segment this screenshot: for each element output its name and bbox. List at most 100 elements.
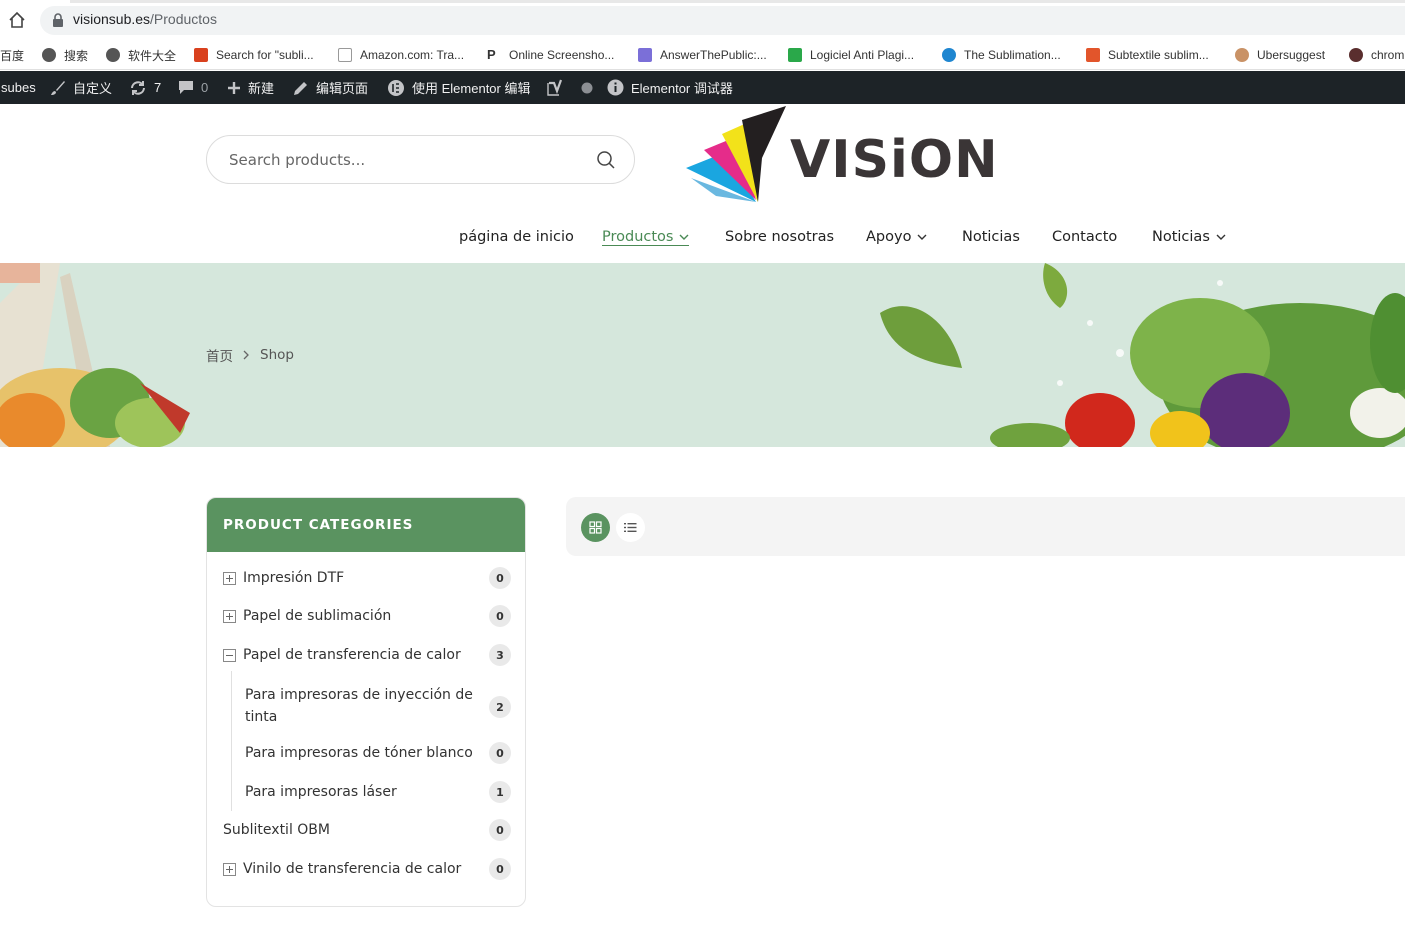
bookmarks-bar: 百度 搜索 软件大全 Search for "subli... Amazon.c… [0,40,1405,70]
browser-address-bar: visionsub.es/Productos [0,0,1405,40]
subcategory-inyeccion-tinta[interactable]: Para impresoras de inyección de tinta 2 [207,684,525,728]
nav-contacto[interactable]: Contacto [1052,229,1117,245]
wp-new[interactable]: 新建 [227,71,274,104]
url-text[interactable]: visionsub.es/Productos [73,11,217,27]
info-icon [607,79,624,96]
nav-label: Noticias [962,229,1020,245]
nav-home[interactable]: página de inicio [459,229,574,245]
list-icon [624,523,637,532]
bookmark-label: Subtextile sublim... [1108,48,1209,62]
wp-elementor-debugger[interactable]: Elementor 调试器 [607,71,733,104]
logo-text: VISiON [790,130,999,190]
bookmark-search[interactable]: 搜索 [42,46,88,64]
wp-updates[interactable]: 7 [129,71,161,104]
bookmark-amazon[interactable]: Amazon.com: Tra... [338,46,464,64]
flame-icon [194,48,208,62]
breadcrumb-current: Shop [260,347,294,363]
site-logo[interactable]: VISiON [686,106,1016,206]
wp-site-name[interactable]: subes [1,71,36,104]
nav-label: Productos [602,229,674,245]
category-label[interactable]: Sublitextil OBM [223,822,330,838]
category-vinilo-transferencia[interactable]: Vinilo de transferencia de calor 0 [207,858,525,880]
bookmark-sublimation[interactable]: The Sublimation... [942,46,1061,64]
category-label[interactable]: Para impresoras láser [245,784,397,800]
nav-label: Sobre nosotras [725,229,835,245]
product-categories-widget: PRODUCT CATEGORIES Impresión DTF 0 Papel… [206,497,526,907]
collapse-minus-icon[interactable] [223,648,236,662]
yoast-icon [547,79,563,96]
wp-elementor-debugger-label: Elementor 调试器 [631,81,733,96]
subcategory-toner-blanco[interactable]: Para impresoras de tóner blanco 0 [207,742,525,764]
bookmark-chrome[interactable]: chrom [1349,46,1404,64]
chevron-down-icon [679,234,689,240]
wp-yoast[interactable] [546,71,600,104]
expand-plus-icon[interactable] [223,571,236,585]
nav-noticias-dropdown[interactable]: Noticias [1152,229,1226,245]
wp-comments[interactable]: 0 [178,71,208,104]
wp-updates-count: 7 [154,80,162,95]
bookmark-label: 搜索 [64,48,89,63]
shop-toolbar [566,497,1405,556]
wp-elementor-edit-label: 使用 Elementor 编辑 [412,81,531,96]
chevron-down-icon [1216,234,1226,240]
list-view-button[interactable] [616,513,645,542]
wp-edit-page[interactable]: 编辑页面 [293,71,368,104]
bookmark-label: 百度 [0,48,25,63]
bookmark-online-screenshot[interactable]: P Online Screensho... [487,46,614,64]
nav-sobre-nosotras[interactable]: Sobre nosotras [725,229,834,245]
chevron-down-icon [917,234,927,240]
subcategory-laser[interactable]: Para impresoras láser 1 [207,781,525,803]
bookmark-label: The Sublimation... [964,48,1061,62]
nav-productos[interactable]: Productos [602,229,690,246]
expand-plus-icon[interactable] [223,862,236,876]
nav-label: Noticias [1152,229,1210,245]
category-label[interactable]: Para impresoras de tóner blanco [245,745,473,761]
bookmark-label: Online Screensho... [509,48,615,62]
category-count: 0 [489,819,511,841]
category-count: 1 [489,781,511,803]
wp-customize[interactable]: 自定义 [50,71,112,104]
breadcrumb-home[interactable]: 首页 [206,345,233,365]
category-count: 0 [489,605,511,627]
category-label[interactable]: Vinilo de transferencia de calor [243,861,461,877]
category-count: 3 [489,644,511,666]
answerthepublic-icon [638,48,652,62]
bookmark-search-subli[interactable]: Search for "subli... [194,46,314,64]
bookmark-answerthepublic[interactable]: AnswerThePublic:... [638,46,767,64]
category-label[interactable]: Papel de transferencia de calor [243,647,461,663]
category-sublitextil-obm[interactable]: Sublitextil OBM 0 [207,819,525,841]
globe-icon [42,48,56,62]
breadcrumb: 首页 Shop [206,345,294,365]
category-label[interactable]: Para impresoras de inyección de tinta [245,684,473,728]
bookmark-software[interactable]: 软件大全 [106,46,176,64]
nav-apoyo[interactable]: Apoyo [866,229,927,245]
search-icon[interactable] [596,150,616,170]
category-impresion-dtf[interactable]: Impresión DTF 0 [207,567,525,589]
category-label[interactable]: Papel de sublimación [243,608,391,624]
bookmark-subtextile[interactable]: Subtextile sublim... [1086,46,1209,64]
nav-label: Contacto [1052,229,1118,245]
sublimation-icon [942,48,956,62]
category-papel-transferencia[interactable]: Papel de transferencia de calor 3 [207,644,525,666]
nav-noticias[interactable]: Noticias [962,229,1020,245]
search-input[interactable] [229,148,569,172]
subtextile-icon [1086,48,1100,62]
widget-title: PRODUCT CATEGORIES [207,498,525,552]
bookmark-logiciel[interactable]: Logiciel Anti Plagi... [788,46,914,64]
wp-elementor-edit[interactable]: 使用 Elementor 编辑 [387,71,530,104]
grid-view-button[interactable] [581,513,610,542]
category-papel-sublimacion[interactable]: Papel de sublimación 0 [207,605,525,627]
expand-plus-icon[interactable] [223,609,236,623]
omnibox[interactable] [40,6,1405,35]
amazon-icon [338,48,352,62]
bookmark-ubersuggest[interactable]: Ubersuggest [1235,46,1325,64]
category-label[interactable]: Impresión DTF [243,570,344,586]
bookmark-baidu[interactable]: 百度 [0,46,24,64]
k-icon [1349,48,1363,62]
bookmark-label: Amazon.com: Tra... [360,48,465,62]
bookmark-label: chrom [1371,48,1405,62]
category-count: 0 [489,858,511,880]
wp-customize-label: 自定义 [73,81,113,96]
bookmark-label: Search for "subli... [216,48,314,62]
home-icon[interactable] [8,11,26,29]
